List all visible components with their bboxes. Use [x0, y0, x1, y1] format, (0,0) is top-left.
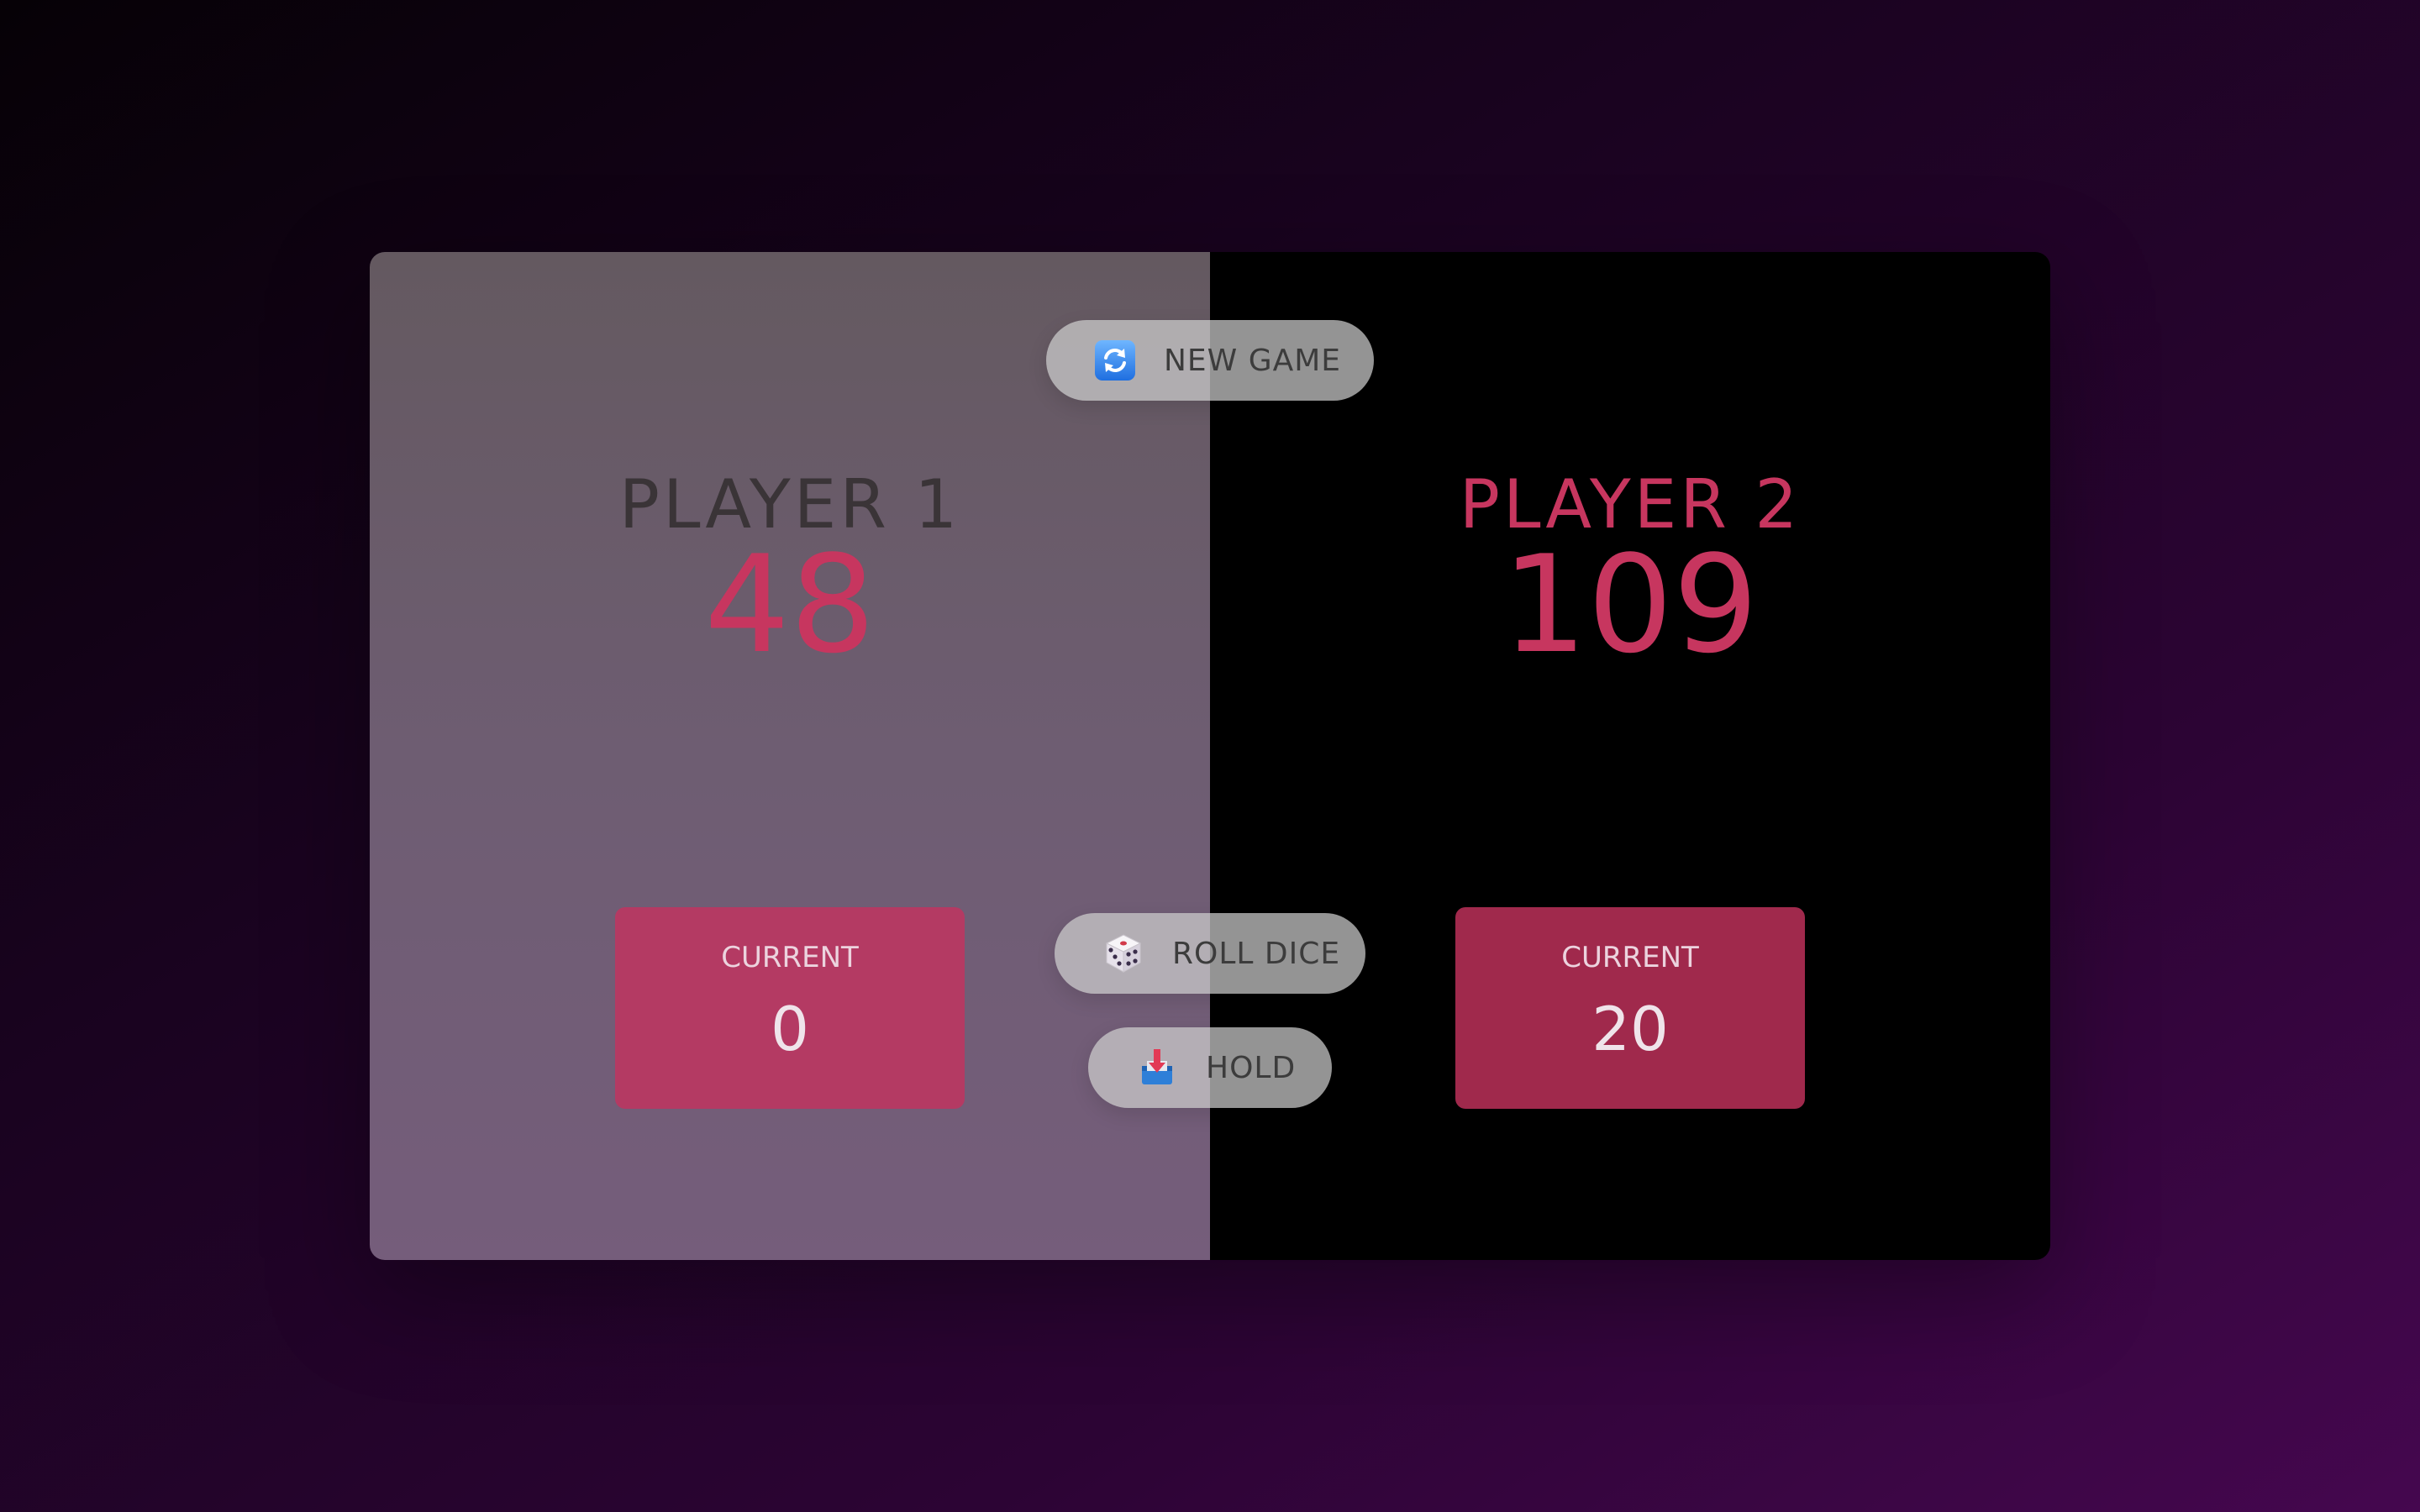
player-2-current-box: CURRENT 20 [1455, 907, 1805, 1109]
player-2-total-score: 109 [1502, 526, 1759, 683]
roll-dice-label: ROLL DICE [1172, 936, 1341, 971]
refresh-icon [1093, 339, 1137, 382]
game-board: PLAYER 1 48 CURRENT 0 PLAYER 2 109 CURRE… [370, 252, 2050, 1260]
player-1-current-label: CURRENT [721, 941, 859, 974]
inbox-download-icon [1135, 1046, 1179, 1089]
player-1-current-score: 0 [771, 994, 809, 1064]
player-2-current-score: 20 [1591, 994, 1669, 1064]
roll-dice-button[interactable]: ROLL DICE [1055, 913, 1365, 994]
dice-icon [1102, 932, 1145, 975]
player-1-total-score: 48 [704, 526, 876, 683]
hold-button[interactable]: HOLD [1088, 1027, 1332, 1108]
player-1-panel: PLAYER 1 48 CURRENT 0 [370, 252, 1210, 1260]
hold-label: HOLD [1206, 1050, 1297, 1085]
player-2-panel: PLAYER 2 109 CURRENT 20 [1210, 252, 2050, 1260]
new-game-button[interactable]: NEW GAME [1046, 320, 1374, 401]
new-game-label: NEW GAME [1164, 343, 1342, 378]
player-2-current-label: CURRENT [1561, 941, 1699, 974]
player-1-current-box: CURRENT 0 [615, 907, 965, 1109]
